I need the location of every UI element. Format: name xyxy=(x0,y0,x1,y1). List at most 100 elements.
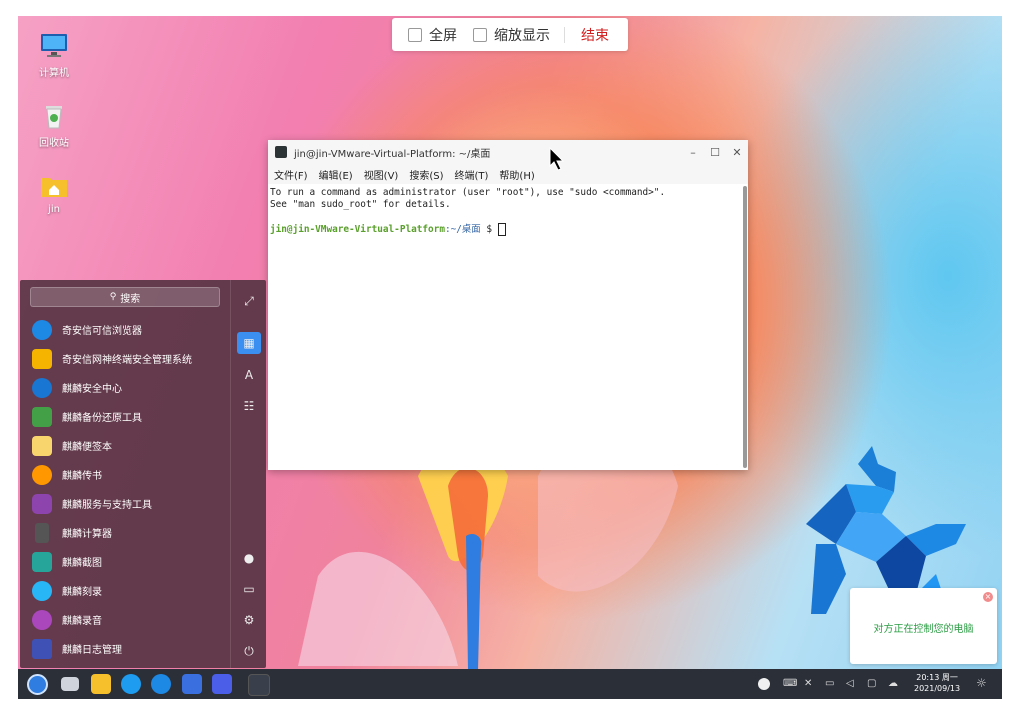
menu-help[interactable]: 帮助(H) xyxy=(499,167,534,182)
keyboard-icon[interactable]: ⌨ xyxy=(783,678,797,689)
app-label: 奇安信可信浏览器 xyxy=(62,326,142,337)
clock-date: 2021/09/13 xyxy=(914,684,961,693)
terminal-title: jin@jin-VMware-Virtual-Platform: ~/桌面 xyxy=(294,148,491,160)
app-label: 麒麟安全中心 xyxy=(62,384,122,395)
terminal-line: See "man sudo_root" for details. xyxy=(270,199,451,210)
app-item[interactable]: 麒麟安全中心 xyxy=(30,373,230,402)
notes-icon xyxy=(32,435,52,456)
power-icon[interactable]: ⏻ xyxy=(237,640,261,662)
settings-icon[interactable]: ⚙ xyxy=(237,609,261,631)
category-icon[interactable]: ☷ xyxy=(237,395,261,417)
start-menu-search[interactable]: ⚲ 搜索 xyxy=(30,287,220,307)
fullscreen-label: 全屏 xyxy=(429,27,457,44)
transfer-icon xyxy=(32,464,52,485)
desktop-icon-label: 计算机 xyxy=(39,68,69,79)
app-item[interactable]: 麒麟便签本 xyxy=(30,431,230,460)
app-label: 麒麟传书 xyxy=(62,471,102,482)
menu-file[interactable]: 文件(F) xyxy=(274,167,308,182)
start-menu-icon[interactable] xyxy=(27,674,48,695)
file-manager-icon[interactable] xyxy=(91,674,111,694)
desktop-icon-home[interactable]: jin xyxy=(32,170,76,215)
user-icon[interactable]: ● xyxy=(237,547,261,569)
message-icon[interactable]: ▢ xyxy=(867,678,876,689)
window-controls: – ☐ ✕ xyxy=(682,146,748,159)
clock-time: 20:13 周一 xyxy=(916,673,958,682)
terminal-taskbar-icon[interactable] xyxy=(248,674,270,696)
remote-control-bar: 全屏 缩放显示 结束 xyxy=(392,18,628,51)
microphone-icon xyxy=(32,609,52,630)
app-item[interactable]: 麒麟截图 xyxy=(30,547,230,576)
maximize-icon[interactable]: ☐ xyxy=(704,146,726,159)
wps-writer-icon[interactable] xyxy=(182,674,202,694)
scale-toggle[interactable]: 缩放显示 xyxy=(473,25,550,45)
prompt-user: jin@jin-VMware-Virtual-Platform xyxy=(270,224,445,235)
search-icon: ⚲ xyxy=(109,292,117,302)
terminal-window[interactable]: jin@jin-VMware-Virtual-Platform: ~/桌面 – … xyxy=(268,140,748,470)
menu-view[interactable]: 视图(V) xyxy=(364,167,399,182)
app-icon[interactable] xyxy=(212,674,232,694)
security-system-icon xyxy=(32,348,52,369)
mail-icon[interactable] xyxy=(121,674,141,694)
tray-app-icon[interactable] xyxy=(758,678,770,690)
taskbar: ⌨ ✕ ▭ ◁ ▢ ☁ 20:13 周一 2021/09/13 ☼ xyxy=(18,669,1002,699)
close-icon[interactable]: ✕ xyxy=(726,146,748,159)
menu-terminal[interactable]: 终端(T) xyxy=(455,167,489,182)
desktop-icon-recycle-bin[interactable]: 回收站 xyxy=(32,100,76,149)
start-menu: ⚲ 搜索 奇安信可信浏览器 奇安信网神终端安全管理系统 麒麟安全中心 麒麟备份还… xyxy=(20,280,266,668)
prompt-path: :~/桌面 xyxy=(444,224,481,235)
text-cursor xyxy=(497,223,506,236)
app-item[interactable]: 麒麟服务与支持工具 xyxy=(30,489,230,518)
app-item[interactable]: 麒麟计算器 xyxy=(30,518,230,547)
all-apps-icon[interactable]: ▦ xyxy=(237,332,261,354)
desktop-icon-computer[interactable]: 计算机 xyxy=(32,30,76,79)
app-label: 麒麟计算器 xyxy=(62,529,112,540)
app-list: 奇安信可信浏览器 奇安信网神终端安全管理系统 麒麟安全中心 麒麟备份还原工具 麒… xyxy=(30,315,230,663)
divider xyxy=(564,26,565,43)
app-item[interactable]: 麒麟刻录 xyxy=(30,576,230,605)
desktop-icon-label: 回收站 xyxy=(39,138,69,149)
terminal-output[interactable]: To run a command as administrator (user … xyxy=(268,186,742,470)
app-item[interactable]: 麒麟录音 xyxy=(30,605,230,634)
volume-icon[interactable]: ◁ xyxy=(846,678,854,689)
log-icon xyxy=(32,638,52,659)
desktop-icon-label: jin xyxy=(48,204,60,215)
theme-toggle-icon[interactable]: ☼ xyxy=(976,676,987,690)
app-label: 麒麟服务与支持工具 xyxy=(62,500,152,511)
backup-icon xyxy=(32,406,52,427)
support-icon xyxy=(32,493,52,514)
close-icon[interactable]: × xyxy=(983,592,993,602)
start-menu-sidebar: ⤢ ▦ A ☷ ● ▭ ⚙ ⏻ xyxy=(230,280,267,668)
disc-icon xyxy=(32,580,52,601)
cloud-icon[interactable]: ☁ xyxy=(888,678,898,689)
end-session-button[interactable]: 结束 xyxy=(581,25,609,45)
app-item[interactable]: 奇安信网神终端安全管理系统 xyxy=(30,344,230,373)
letter-sort-icon[interactable]: A xyxy=(237,364,261,386)
app-item[interactable]: 麒麟备份还原工具 xyxy=(30,402,230,431)
fullscreen-checkbox[interactable] xyxy=(408,27,422,42)
menu-search[interactable]: 搜索(S) xyxy=(409,167,443,182)
terminal-prompt: jin@jin-VMware-Virtual-Platform:~/桌面 $ xyxy=(270,223,740,236)
scale-checkbox[interactable] xyxy=(473,27,487,42)
browser-icon[interactable] xyxy=(151,674,171,694)
computer-icon xyxy=(39,30,69,60)
terminal-scrollbar[interactable] xyxy=(743,186,747,468)
terminal-titlebar[interactable]: jin@jin-VMware-Virtual-Platform: ~/桌面 – … xyxy=(268,140,748,164)
app-item[interactable]: 奇安信可信浏览器 xyxy=(30,315,230,344)
notification-popup: × 对方正在控制您的电脑 xyxy=(850,588,997,664)
computer-icon[interactable]: ▭ xyxy=(237,578,261,600)
terminal-menubar: 文件(F) 编辑(E) 视图(V) 搜索(S) 终端(T) 帮助(H) xyxy=(268,164,748,184)
clock[interactable]: 20:13 周一 2021/09/13 xyxy=(914,672,960,694)
minimize-icon[interactable]: – xyxy=(682,146,704,159)
app-item[interactable]: 麒麟传书 xyxy=(30,460,230,489)
expand-icon[interactable]: ⤢ xyxy=(237,290,261,312)
shield-icon xyxy=(32,377,52,398)
app-label: 奇安信网神终端安全管理系统 xyxy=(62,355,192,366)
menu-edit[interactable]: 编辑(E) xyxy=(319,167,353,182)
app-item[interactable]: 麒麟日志管理 xyxy=(30,634,230,663)
fullscreen-toggle[interactable]: 全屏 xyxy=(408,25,457,45)
prompt-symbol: $ xyxy=(486,224,492,235)
network-icon[interactable]: ✕ xyxy=(804,678,812,689)
home-folder-icon xyxy=(39,170,69,200)
display-icon[interactable]: ▭ xyxy=(825,678,834,689)
multitask-view-icon[interactable] xyxy=(61,677,79,691)
